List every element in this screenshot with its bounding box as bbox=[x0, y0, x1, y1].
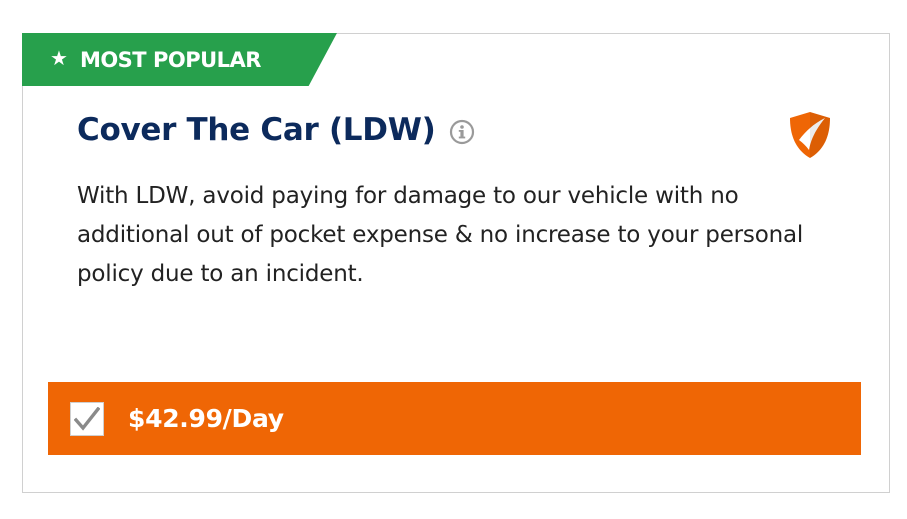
price-label: $42.99/Day bbox=[128, 404, 284, 433]
star-icon: ★ bbox=[50, 45, 68, 70]
most-popular-ribbon: ★ MOST POPULAR bbox=[22, 33, 337, 86]
product-title: Cover The Car (LDW) bbox=[77, 112, 436, 148]
select-coverage-toggle[interactable]: $42.99/Day bbox=[48, 382, 861, 455]
info-icon[interactable] bbox=[449, 119, 475, 145]
ribbon-label: MOST POPULAR bbox=[79, 47, 262, 72]
checkmark-icon bbox=[74, 406, 100, 431]
coverage-card: ★ MOST POPULAR Cover The Car (LDW) With … bbox=[22, 33, 890, 493]
product-description: With LDW, avoid paying for damage to our… bbox=[77, 183, 804, 287]
coverage-checkbox[interactable] bbox=[70, 401, 104, 436]
shield-icon bbox=[787, 110, 833, 160]
title-row: Cover The Car (LDW) bbox=[77, 112, 475, 148]
